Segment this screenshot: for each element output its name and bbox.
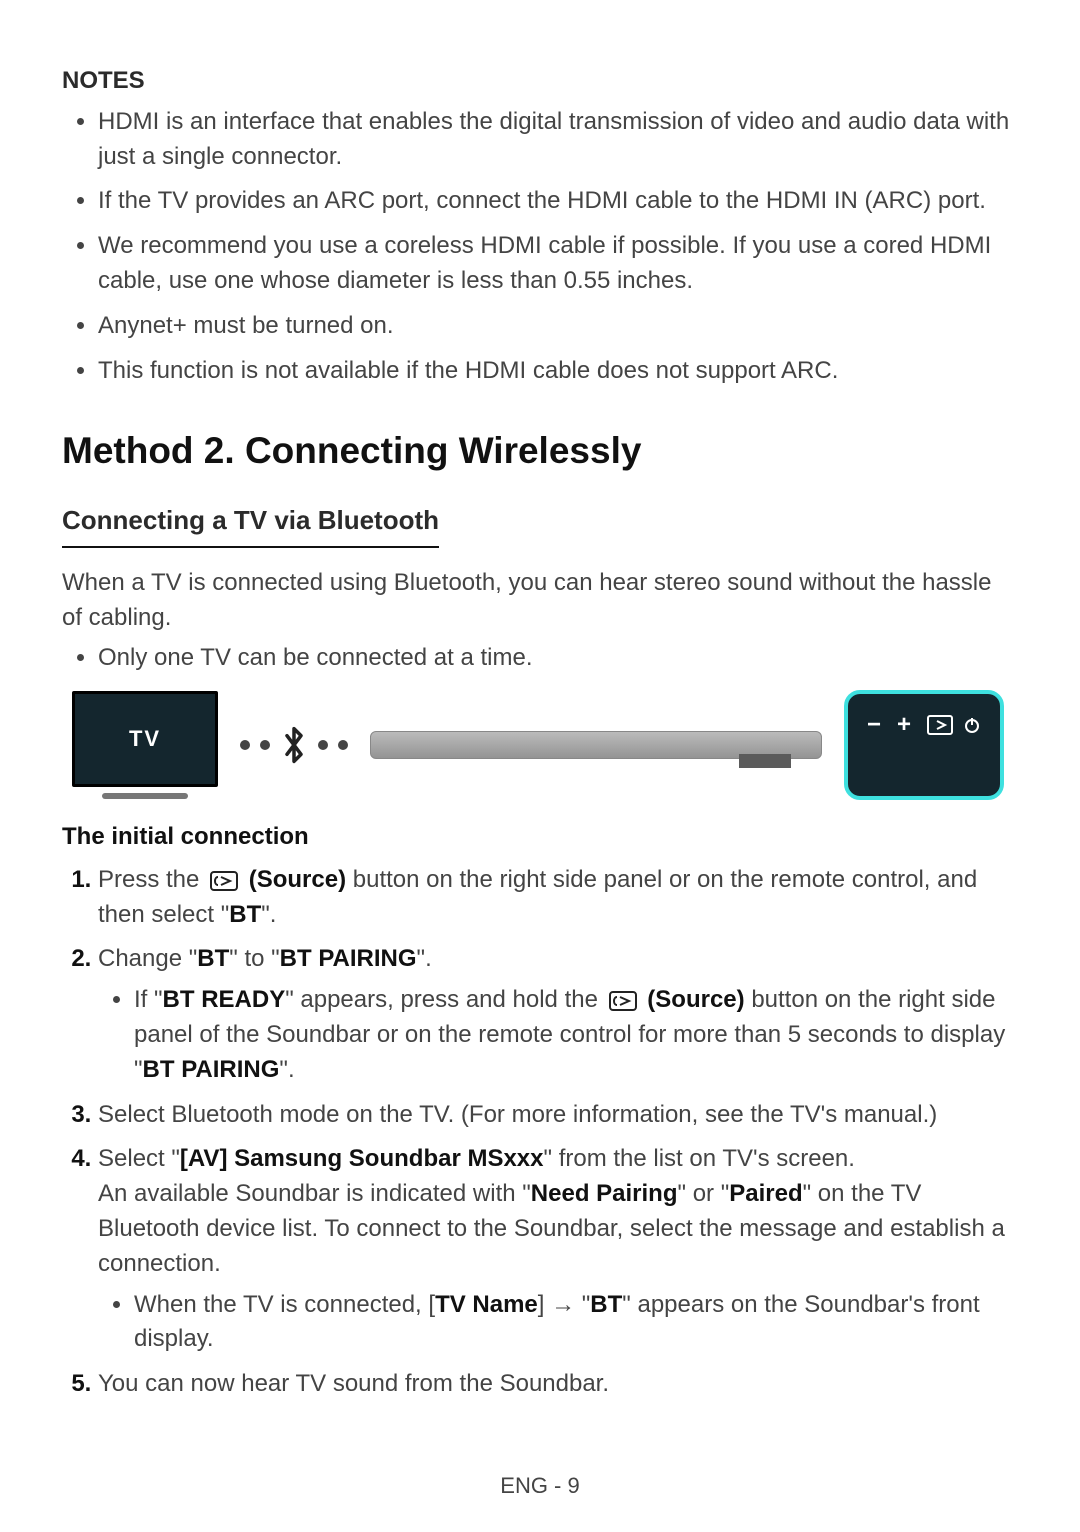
page-footer: ENG - 9	[0, 1470, 1080, 1502]
signal-dot	[318, 740, 328, 750]
bt-pairing: BT PAIRING	[143, 1056, 280, 1083]
note-item: HDMI is an interface that enables the di…	[98, 105, 1018, 175]
method-title: Method 2. Connecting Wirelessly	[62, 424, 1018, 478]
control-panel-callout: − +	[844, 690, 1004, 800]
connection-diagram: TV − +	[72, 690, 1018, 800]
volume-down-icon: −	[867, 708, 887, 743]
bt-ready: BT READY	[163, 986, 286, 1013]
bluetooth-subtitle: Connecting a TV via Bluetooth	[62, 502, 439, 548]
signal-dot	[338, 740, 348, 750]
initial-connection-title: The initial connection	[62, 820, 1018, 855]
bt-mode: BT	[197, 945, 229, 972]
note-item: We recommend you use a coreless HDMI cab…	[98, 229, 1018, 299]
signal-dot	[240, 740, 250, 750]
substep-list: If "BT READY" appears, press and hold th…	[98, 983, 1018, 1087]
source-icon	[210, 871, 238, 891]
notes-heading: NOTES	[62, 64, 1018, 99]
note-item: This function is not available if the HD…	[98, 354, 1018, 389]
substep-list: When the TV is connected, [TV Name] → "B…	[98, 1288, 1018, 1358]
bt-mode: BT	[229, 901, 261, 928]
step-text: If "	[134, 986, 163, 1013]
note-item: If the TV provides an ARC port, connect …	[98, 184, 1018, 219]
page-number: ENG - 9	[500, 1473, 579, 1498]
step-text: An available Soundbar is indicated with …	[98, 1180, 531, 1207]
bluetooth-note-list: Only one TV can be connected at a time.	[62, 641, 1018, 676]
step-text: ] → "	[538, 1291, 591, 1318]
bt-mode: BT	[590, 1291, 622, 1318]
step-item: Select Bluetooth mode on the TV. (For mo…	[98, 1098, 1018, 1133]
step-text: Change "	[98, 945, 197, 972]
source-icon	[609, 991, 637, 1011]
device-model: [AV] Samsung Soundbar MSxxx	[180, 1145, 544, 1172]
step-text: " to "	[229, 945, 279, 972]
notes-list: HDMI is an interface that enables the di…	[62, 105, 1018, 389]
step-item: You can now hear TV sound from the Sound…	[98, 1367, 1018, 1402]
step-text: " or "	[678, 1180, 730, 1207]
step-text: Select "	[98, 1145, 180, 1172]
step-text: When the TV is connected, [	[134, 1291, 435, 1318]
tv-name: TV Name	[435, 1291, 538, 1318]
bluetooth-icon	[280, 726, 308, 764]
step-text: ".	[261, 901, 276, 928]
paired: Paired	[729, 1180, 802, 1207]
source-label: (Source)	[249, 866, 346, 893]
bt-pairing: BT PAIRING	[280, 945, 417, 972]
source-icon	[927, 715, 953, 735]
step-item: Press the (Source) button on the right s…	[98, 863, 1018, 933]
note-item: Anynet+ must be turned on.	[98, 309, 1018, 344]
manual-page: NOTES HDMI is an interface that enables …	[0, 0, 1080, 1532]
tv-graphic: TV	[72, 691, 218, 799]
power-icon	[963, 716, 981, 734]
step-item: Change "BT" to "BT PAIRING". If "BT READ…	[98, 942, 1018, 1087]
bluetooth-lead: When a TV is connected using Bluetooth, …	[62, 566, 1018, 636]
bluetooth-note: Only one TV can be connected at a time.	[98, 641, 1018, 676]
need-pairing: Need Pairing	[531, 1180, 678, 1207]
step-text: ".	[279, 1056, 294, 1083]
substep-item: If "BT READY" appears, press and hold th…	[134, 983, 1018, 1087]
source-label: (Source)	[647, 986, 744, 1013]
volume-up-icon: +	[897, 708, 917, 743]
tv-stand	[102, 793, 188, 799]
substep-item: When the TV is connected, [TV Name] → "B…	[134, 1288, 1018, 1358]
step-text: Press the	[98, 866, 206, 893]
step-item: Select "[AV] Samsung Soundbar MSxxx" fro…	[98, 1142, 1018, 1357]
bluetooth-signal	[240, 726, 348, 764]
tv-label: TV	[129, 723, 161, 755]
soundbar	[370, 731, 822, 759]
step-text: " appears, press and hold the	[285, 986, 604, 1013]
steps-list: Press the (Source) button on the right s…	[62, 863, 1018, 1402]
step-text: " from the list on TV's screen.	[544, 1145, 855, 1172]
step-text: ".	[417, 945, 432, 972]
tv-screen: TV	[72, 691, 218, 787]
soundbar-graphic	[370, 731, 822, 759]
signal-dot	[260, 740, 270, 750]
